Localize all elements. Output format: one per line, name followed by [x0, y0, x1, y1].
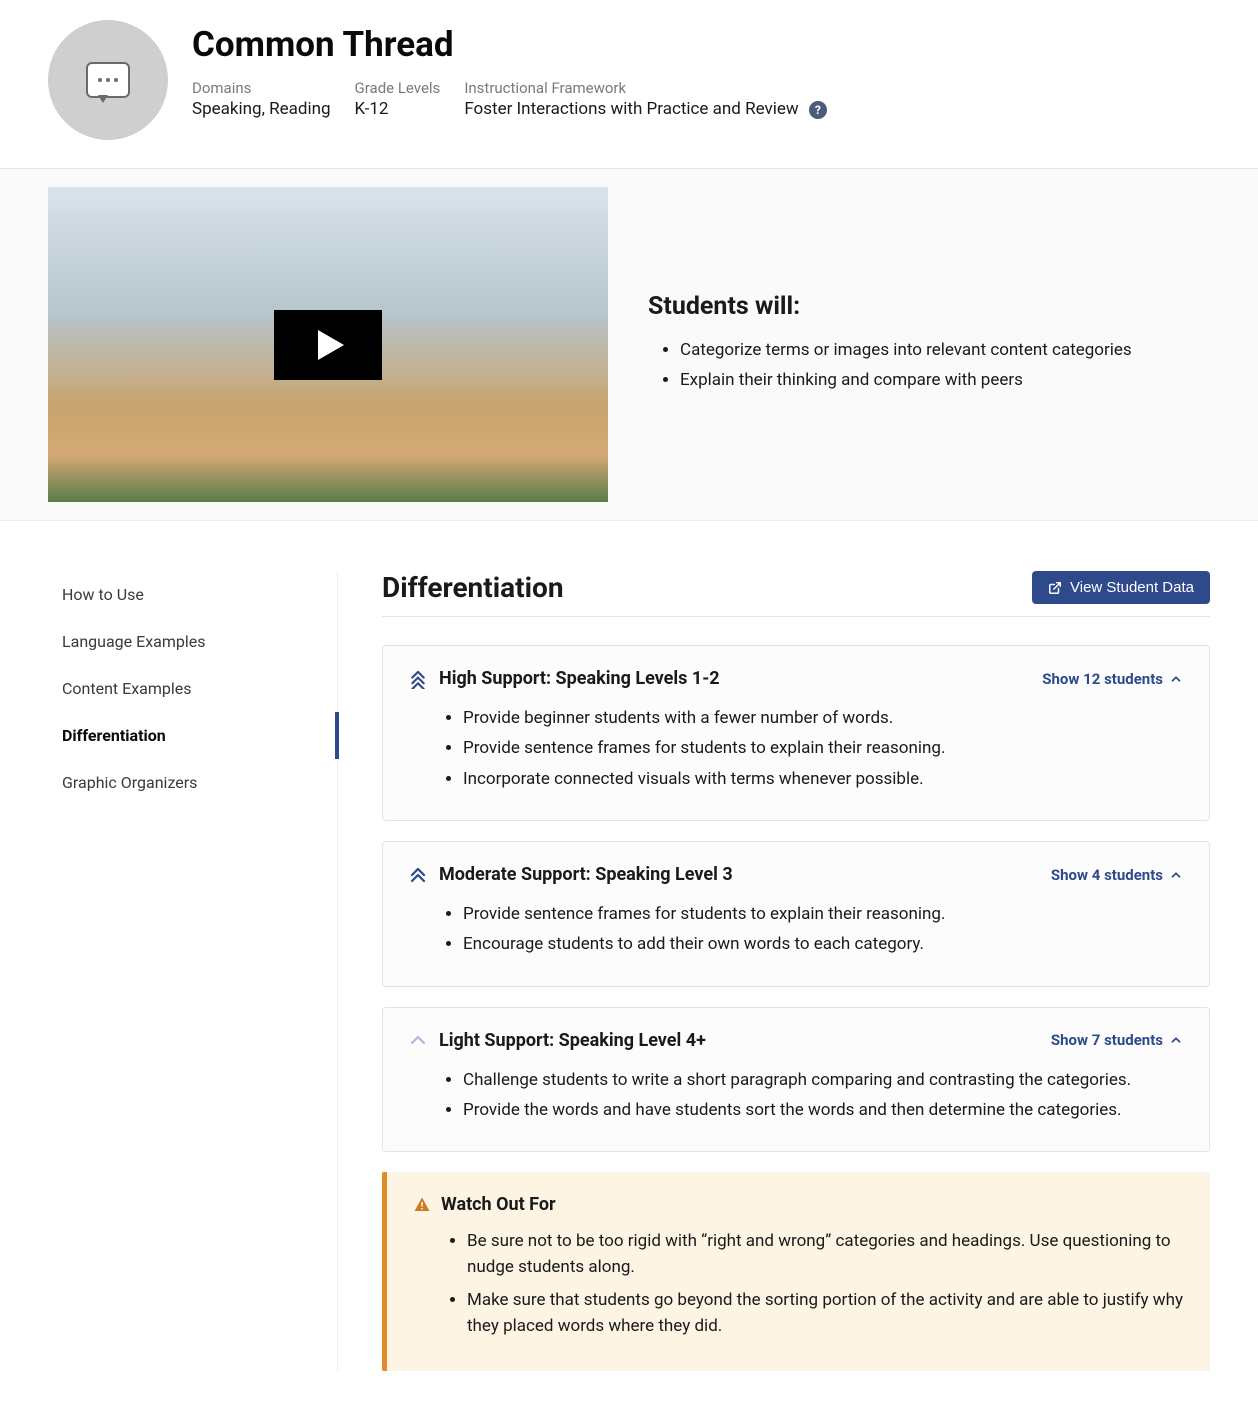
list-item: Provide the words and have students sort…	[463, 1097, 1183, 1123]
speech-bubble-icon	[86, 62, 130, 98]
meta-grade-value: K-12	[355, 99, 441, 119]
watch-out-items: Be sure not to be too rigid with “right …	[413, 1229, 1184, 1339]
show-students-light-label: Show 7 students	[1051, 1031, 1163, 1049]
show-students-high[interactable]: Show 12 students	[1042, 670, 1183, 688]
hero-section: Students will: Categorize terms or image…	[0, 169, 1258, 521]
chevrons-up-icon	[409, 669, 427, 689]
meta-framework-text: Foster Interactions with Practice and Re…	[464, 99, 798, 119]
meta-grade: Grade Levels K-12	[355, 79, 441, 119]
sidebar-nav: How to Use Language Examples Content Exa…	[48, 571, 338, 1371]
meta-grade-label: Grade Levels	[355, 79, 441, 97]
support-card-high: High Support: Speaking Levels 1-2 Show 1…	[382, 645, 1210, 821]
chevron-up-icon	[409, 1034, 427, 1046]
warning-icon	[413, 1196, 431, 1214]
chevrons-up-icon	[409, 867, 427, 883]
objective-item: Categorize terms or images into relevant…	[680, 337, 1132, 363]
support-items-light: Challenge students to write a short para…	[409, 1067, 1183, 1124]
sidebar-item-differentiation[interactable]: Differentiation	[48, 712, 337, 759]
support-title-moderate: Moderate Support: Speaking Level 3	[439, 864, 1039, 885]
sidebar-item-how-to-use[interactable]: How to Use	[48, 571, 337, 618]
chevron-up-icon	[1169, 1033, 1183, 1047]
list-item: Provide beginner students with a fewer n…	[463, 705, 1183, 731]
list-item: Provide sentence frames for students to …	[463, 735, 1183, 761]
view-student-data-label: View Student Data	[1070, 579, 1194, 596]
support-items-high: Provide beginner students with a fewer n…	[409, 705, 1183, 792]
content-area: Differentiation View Student Data High S…	[338, 571, 1210, 1371]
list-item: Be sure not to be too rigid with “right …	[467, 1229, 1184, 1280]
sidebar-item-graphic-organizers[interactable]: Graphic Organizers	[48, 759, 337, 806]
list-item: Incorporate connected visuals with terms…	[463, 766, 1183, 792]
support-items-moderate: Provide sentence frames for students to …	[409, 901, 1183, 958]
sidebar-item-content-examples[interactable]: Content Examples	[48, 665, 337, 712]
objectives-list: Categorize terms or images into relevant…	[648, 337, 1132, 394]
external-link-icon	[1048, 581, 1062, 595]
watch-out-card: Watch Out For Be sure not to be too rigi…	[382, 1172, 1210, 1371]
meta-framework-value: Foster Interactions with Practice and Re…	[464, 99, 827, 119]
list-item: Make sure that students go beyond the so…	[467, 1288, 1184, 1339]
play-button[interactable]	[274, 310, 382, 380]
meta-framework-label: Instructional Framework	[464, 79, 827, 97]
show-students-high-label: Show 12 students	[1042, 670, 1163, 688]
section-title: Differentiation	[382, 571, 564, 604]
strategy-icon	[48, 20, 168, 140]
list-item: Challenge students to write a short para…	[463, 1067, 1183, 1093]
watch-out-title: Watch Out For	[441, 1194, 556, 1215]
play-icon	[318, 330, 344, 360]
view-student-data-button[interactable]: View Student Data	[1032, 571, 1210, 604]
list-item: Provide sentence frames for students to …	[463, 901, 1183, 927]
show-students-moderate-label: Show 4 students	[1051, 866, 1163, 884]
objective-item: Explain their thinking and compare with …	[680, 367, 1132, 393]
chevron-up-icon	[1169, 672, 1183, 686]
divider	[382, 616, 1210, 617]
students-will-heading: Students will:	[648, 292, 1132, 321]
sidebar-item-language-examples[interactable]: Language Examples	[48, 618, 337, 665]
chevron-up-icon	[1169, 868, 1183, 882]
meta-domains-label: Domains	[192, 79, 331, 97]
list-item: Encourage students to add their own word…	[463, 931, 1183, 957]
page-header: Common Thread Domains Speaking, Reading …	[0, 0, 1258, 169]
help-icon[interactable]: ?	[809, 101, 827, 119]
support-card-moderate: Moderate Support: Speaking Level 3 Show …	[382, 841, 1210, 987]
page-title: Common Thread	[192, 24, 1210, 65]
support-card-light: Light Support: Speaking Level 4+ Show 7 …	[382, 1007, 1210, 1153]
support-title-high: High Support: Speaking Levels 1-2	[439, 668, 1030, 689]
meta-framework: Instructional Framework Foster Interacti…	[464, 79, 827, 119]
video-thumbnail[interactable]	[48, 187, 608, 502]
support-title-light: Light Support: Speaking Level 4+	[439, 1030, 1039, 1051]
meta-domains: Domains Speaking, Reading	[192, 79, 331, 119]
show-students-moderate[interactable]: Show 4 students	[1051, 866, 1183, 884]
meta-domains-value: Speaking, Reading	[192, 99, 331, 119]
show-students-light[interactable]: Show 7 students	[1051, 1031, 1183, 1049]
